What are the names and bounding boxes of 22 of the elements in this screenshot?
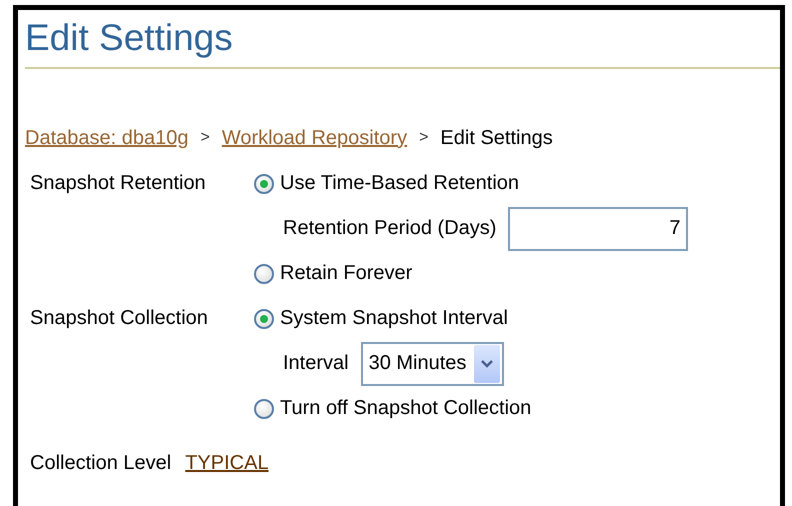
field-label: Snapshot Collection: [30, 307, 208, 330]
radio-label: Use Time-Based Retention: [280, 172, 520, 195]
radio-label: Retain Forever: [280, 262, 412, 285]
page-title: Edit Settings: [25, 16, 233, 60]
radio-label: System Snapshot Interval: [280, 307, 508, 330]
input-field[interactable]: 7: [508, 206, 688, 250]
radio-label: Turn off Snapshot Collection: [280, 397, 532, 420]
breadcrumb-link[interactable]: Database: dba10g: [25, 126, 188, 150]
field-label: Retention Period (Days): [283, 217, 496, 240]
breadcrumb-link[interactable]: Workload Repository: [222, 126, 408, 150]
breadcrumb-separator: >: [200, 129, 210, 147]
dropdown[interactable]: 30 Minutes: [360, 342, 504, 386]
breadcrumb-current: Edit Settings: [440, 126, 553, 150]
radio-button[interactable]: [254, 308, 274, 328]
breadcrumb-separator: >: [419, 129, 428, 147]
field-label: Interval: [283, 352, 349, 375]
radio-button[interactable]: [254, 398, 274, 418]
collection-level-link[interactable]: TYPICAL: [185, 452, 269, 475]
radio-button[interactable]: [254, 174, 274, 194]
field-label: Snapshot Retention: [30, 172, 206, 195]
radio-button[interactable]: [254, 264, 274, 284]
field-label: Collection Level: [30, 452, 172, 475]
